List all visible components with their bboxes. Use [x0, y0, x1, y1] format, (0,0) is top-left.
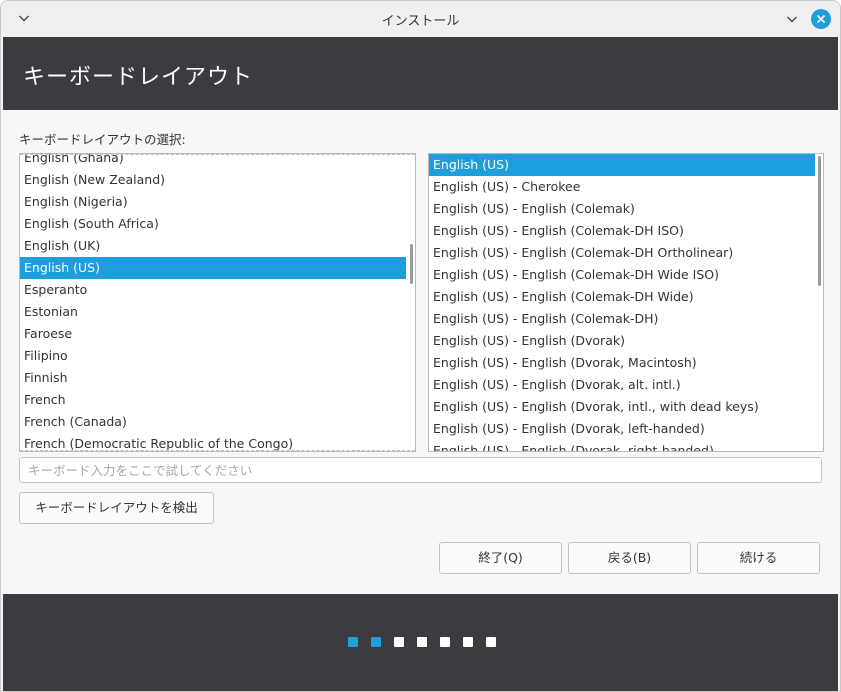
- variant-list-item[interactable]: English (US) - English (Colemak-DH): [429, 308, 815, 330]
- variant-list-item[interactable]: English (US) - English (Dvorak, alt. int…: [429, 374, 815, 396]
- progress-footer: [3, 594, 838, 691]
- progress-step-pending: [394, 637, 404, 647]
- layout-select-label: キーボードレイアウトの選択:: [19, 132, 186, 147]
- variant-list-item[interactable]: English (US) - English (Colemak-DH Wide …: [429, 264, 815, 286]
- variant-list[interactable]: English (US) - English (Dvorak, right-ha…: [428, 153, 824, 452]
- layout-list-item[interactable]: French (Canada): [20, 411, 406, 433]
- main-content: キーボードレイアウトの選択: French (Togo)French (Demo…: [1, 110, 840, 594]
- window-title: インストール: [381, 14, 460, 29]
- layout-list-item[interactable]: English (UK): [20, 235, 406, 257]
- installer-window: インストール キーボードレイアウト キーボードレイアウトの選択: French …: [0, 0, 841, 692]
- layout-list-item[interactable]: English (New Zealand): [20, 169, 406, 191]
- page-header: キーボードレイアウト: [3, 37, 838, 110]
- layout-list-item[interactable]: Filipino: [20, 345, 406, 367]
- layout-list-item[interactable]: Faroese: [20, 323, 406, 345]
- variant-list-item[interactable]: English (US) - English (Dvorak, left-han…: [429, 418, 815, 440]
- variant-list-item[interactable]: English (US) - English (Dvorak, intl., w…: [429, 396, 815, 418]
- layout-list[interactable]: French (Togo)French (Democratic Republic…: [19, 153, 416, 452]
- keyboard-test-input[interactable]: [19, 457, 822, 483]
- variant-list-item[interactable]: English (US) - English (Colemak): [429, 198, 815, 220]
- variant-list-item[interactable]: English (US) - English (Dvorak, right-ha…: [429, 440, 815, 451]
- variant-list-item[interactable]: English (US) - English (Colemak-DH Wide): [429, 286, 815, 308]
- quit-button[interactable]: 終了(Q): [439, 542, 562, 574]
- progress-step-pending: [463, 637, 473, 647]
- variant-list-item[interactable]: English (US): [429, 154, 815, 176]
- variant-list-item[interactable]: English (US) - Cherokee: [429, 176, 815, 198]
- list-bottom-border: [20, 450, 415, 451]
- variant-list-item[interactable]: English (US) - English (Dvorak, Macintos…: [429, 352, 815, 374]
- layout-list-item[interactable]: English (Nigeria): [20, 191, 406, 213]
- back-button[interactable]: 戻る(B): [568, 542, 691, 574]
- layout-list-item[interactable]: Finnish: [20, 367, 406, 389]
- variant-list-item[interactable]: English (US) - English (Colemak-DH ISO): [429, 220, 815, 242]
- variant-list-scrollbar[interactable]: [818, 156, 821, 286]
- layout-list-item[interactable]: French: [20, 389, 406, 411]
- list-top-border: [20, 154, 415, 155]
- continue-button[interactable]: 続ける: [697, 542, 820, 574]
- layout-list-item[interactable]: Estonian: [20, 301, 406, 323]
- layout-list-item[interactable]: English (South Africa): [20, 213, 406, 235]
- layout-list-item[interactable]: English (Ghana): [20, 154, 406, 169]
- progress-step-done: [371, 637, 381, 647]
- progress-step-done: [348, 637, 358, 647]
- variant-list-item[interactable]: English (US) - English (Dvorak): [429, 330, 815, 352]
- detect-layout-button[interactable]: キーボードレイアウトを検出: [19, 492, 214, 524]
- layout-list-item[interactable]: Esperanto: [20, 279, 406, 301]
- progress-step-pending: [486, 637, 496, 647]
- layout-list-scrollbar[interactable]: [410, 244, 413, 284]
- page-title: キーボードレイアウト: [23, 65, 254, 90]
- title-bar: インストール: [1, 1, 840, 37]
- close-icon[interactable]: [811, 9, 831, 29]
- layout-list-item[interactable]: English (US): [20, 257, 406, 279]
- minimize-chevron-down-icon[interactable]: [783, 9, 801, 29]
- progress-step-pending: [440, 637, 450, 647]
- progress-step-pending: [417, 637, 427, 647]
- variant-list-item[interactable]: English (US) - English (Colemak-DH Ortho…: [429, 242, 815, 264]
